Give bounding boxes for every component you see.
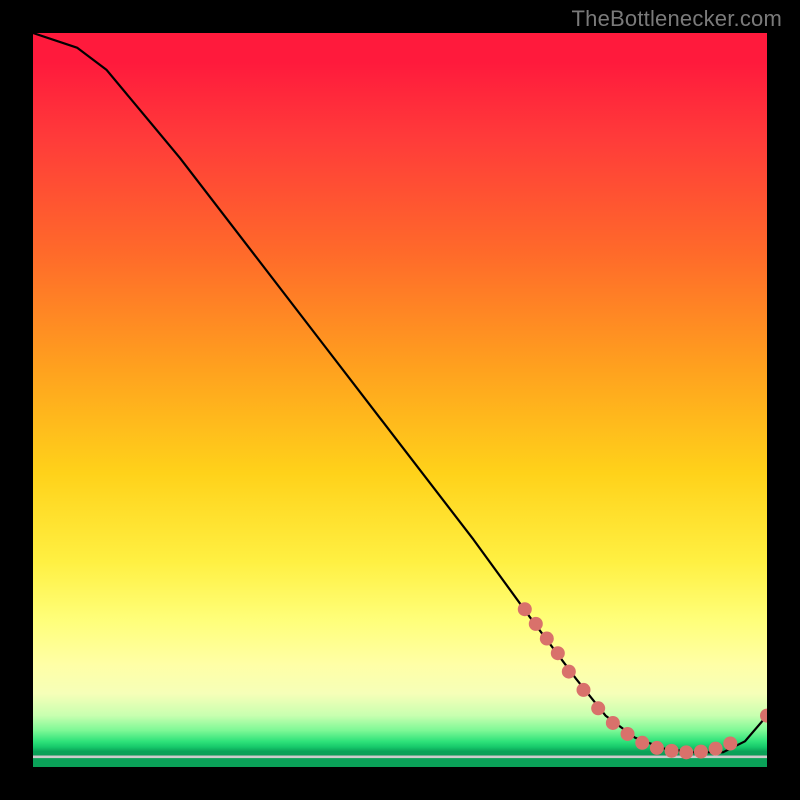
curve-marker [635, 736, 649, 750]
chart-stage: TheBottlenecker.com [0, 0, 800, 800]
curve-marker [621, 727, 635, 741]
curve-marker [694, 745, 708, 759]
curve-marker [562, 665, 576, 679]
bottleneck-curve [33, 33, 767, 752]
curve-marker [591, 701, 605, 715]
curve-markers [518, 602, 767, 759]
curve-marker [540, 632, 554, 646]
curve-layer [33, 33, 767, 767]
curve-marker [577, 683, 591, 697]
watermark-text: TheBottlenecker.com [572, 6, 782, 32]
curve-marker [760, 709, 767, 723]
curve-marker [709, 742, 723, 756]
curve-marker [606, 716, 620, 730]
curve-marker [665, 744, 679, 758]
plot-area [33, 33, 767, 767]
curve-marker [529, 617, 543, 631]
curve-marker [723, 737, 737, 751]
curve-marker [551, 646, 565, 660]
curve-marker [518, 602, 532, 616]
curve-marker [679, 745, 693, 759]
curve-marker [650, 741, 664, 755]
